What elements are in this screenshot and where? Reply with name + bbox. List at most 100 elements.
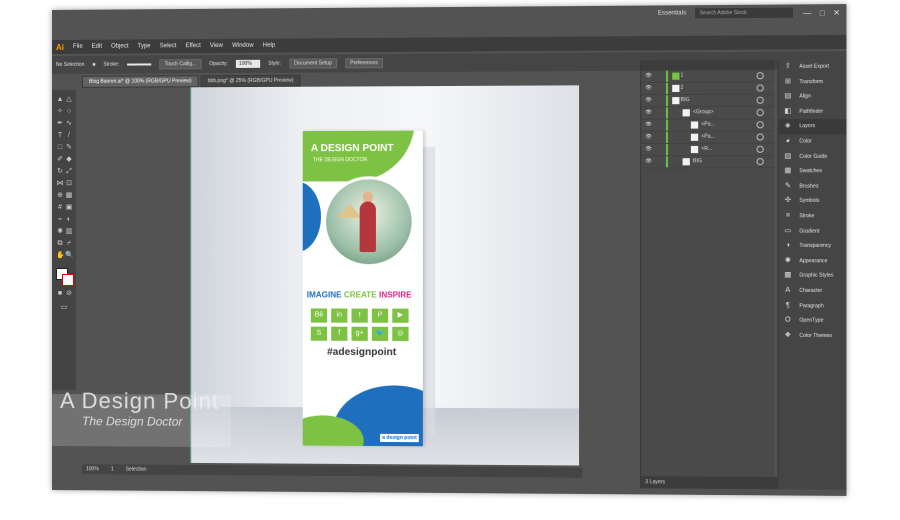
close-icon[interactable]: ✕: [833, 8, 840, 17]
panel-color[interactable]: ◕ Color: [778, 134, 846, 149]
visibility-icon[interactable]: 👁: [645, 122, 652, 128]
artboard-navigator[interactable]: 1: [111, 466, 114, 472]
magic-wand-icon[interactable]: ✧: [56, 108, 64, 116]
panel-color-themes[interactable]: ❖ Color Themes: [778, 328, 846, 343]
rectangle-tool-icon[interactable]: □: [56, 144, 64, 152]
panel-appearance[interactable]: ✺ Appearance: [778, 254, 846, 269]
visibility-icon[interactable]: 👁: [645, 85, 652, 91]
target-icon[interactable]: [756, 158, 763, 165]
curvature-tool-icon[interactable]: ∿: [65, 120, 73, 128]
tab-blog-banner[interactable]: Blog Banner.ai* @ 100% (RGB/GPU Preview): [82, 75, 199, 88]
panel-asset-export[interactable]: ⇪ Asset Export: [778, 59, 846, 74]
layer-row[interactable]: 👁 2: [641, 82, 774, 95]
panel-transform[interactable]: ⊞ Transform: [778, 74, 846, 89]
brush-dropdown[interactable]: Touch Callig...: [159, 59, 201, 69]
document-setup-button[interactable]: Document Setup: [289, 58, 337, 68]
zoom-level[interactable]: 100%: [86, 466, 99, 472]
target-icon[interactable]: [756, 146, 763, 153]
canvas-area[interactable]: A DESIGN POINT THE DESIGN DOCTOR IMAGINE…: [190, 85, 579, 465]
panel-graphic-styles[interactable]: ▩ Graphic Styles: [778, 269, 846, 284]
selection-tool-icon[interactable]: ▲: [56, 96, 64, 104]
target-icon[interactable]: [756, 72, 763, 79]
artboard-tool-icon[interactable]: ⧉: [56, 240, 64, 248]
pen-tool-icon[interactable]: ✒: [56, 120, 64, 128]
layer-row[interactable]: 👁 BIG: [641, 95, 774, 108]
menu-type[interactable]: Type: [138, 43, 151, 49]
direct-selection-tool-icon[interactable]: △: [65, 96, 73, 104]
visibility-icon[interactable]: 👁: [645, 146, 652, 152]
gradient-tool-icon[interactable]: ▣: [65, 204, 73, 212]
status-mode[interactable]: Selection: [126, 466, 147, 472]
target-icon[interactable]: [756, 97, 763, 104]
preferences-button[interactable]: Preferences: [345, 58, 383, 68]
visibility-icon[interactable]: 👁: [645, 158, 652, 164]
visibility-icon[interactable]: 👁: [645, 134, 652, 140]
graph-tool-icon[interactable]: ▥: [65, 228, 73, 236]
maximize-icon[interactable]: □: [820, 8, 825, 17]
panel-align[interactable]: ▤ Align: [778, 89, 846, 104]
slice-tool-icon[interactable]: ⌿: [65, 240, 73, 248]
visibility-icon[interactable]: 👁: [645, 73, 652, 79]
hand-tool-icon[interactable]: ✋: [56, 252, 64, 260]
stock-search-input[interactable]: Search Adobe Stock: [694, 6, 794, 19]
symbol-sprayer-icon[interactable]: ✺: [56, 228, 64, 236]
eyedropper-icon[interactable]: ⌁: [56, 216, 64, 224]
none-mode-icon[interactable]: ⊘: [65, 290, 73, 298]
line-tool-icon[interactable]: /: [65, 132, 73, 140]
minimize-icon[interactable]: —: [803, 8, 811, 17]
eraser-icon[interactable]: ◆: [65, 156, 73, 164]
layer-row[interactable]: 👁 <Pa...: [641, 131, 774, 144]
visibility-icon[interactable]: 👁: [645, 109, 652, 115]
rollup-banner[interactable]: A DESIGN POINT THE DESIGN DOCTOR IMAGINE…: [303, 131, 423, 447]
panel-pathfinder[interactable]: ◧ Pathfinder: [778, 104, 846, 119]
free-transform-icon[interactable]: ⊡: [65, 180, 73, 188]
rotate-tool-icon[interactable]: ↻: [56, 168, 64, 176]
panel-color-guide[interactable]: ▨ Color Guide: [778, 149, 846, 164]
paintbrush-icon[interactable]: ✎: [65, 144, 73, 152]
menu-help[interactable]: Help: [263, 43, 275, 49]
shape-builder-icon[interactable]: ⊕: [56, 192, 64, 200]
panel-layers[interactable]: ◈ Layers: [778, 119, 846, 134]
panel-transparency[interactable]: ◑ Transparency: [778, 239, 846, 254]
target-icon[interactable]: [756, 133, 763, 140]
panel-opentype[interactable]: O OpenType: [778, 314, 846, 329]
color-mode-icon[interactable]: ■: [56, 290, 64, 298]
tab-bbb[interactable]: bbb.png* @ 25% (RGB/GPU Preview): [201, 75, 301, 88]
menu-file[interactable]: File: [73, 44, 83, 50]
menu-effect[interactable]: Effect: [185, 43, 200, 49]
blend-tool-icon[interactable]: ◐: [65, 216, 73, 224]
zoom-tool-icon[interactable]: 🔍: [65, 252, 73, 260]
panel-swatches[interactable]: ▦ Swatches: [778, 164, 846, 179]
panel-paragraph[interactable]: ¶ Paragraph: [778, 299, 846, 314]
layer-row[interactable]: 👁 <R...: [641, 144, 774, 157]
layer-row[interactable]: 👁 <Pa...: [641, 119, 774, 132]
shaper-tool-icon[interactable]: ✐: [56, 156, 64, 164]
layers-panel-header[interactable]: [641, 60, 774, 71]
layer-row[interactable]: 👁 1: [641, 70, 774, 83]
stroke-color-icon[interactable]: [62, 274, 74, 286]
type-tool-icon[interactable]: T: [56, 132, 64, 140]
menu-window[interactable]: Window: [232, 43, 254, 49]
scale-tool-icon[interactable]: ⤢: [65, 168, 73, 176]
menu-view[interactable]: View: [210, 43, 223, 49]
layer-row[interactable]: 👁 BIG: [641, 156, 774, 169]
panel-brushes[interactable]: ✎ Brushes: [778, 179, 846, 194]
perspective-grid-icon[interactable]: ▦: [65, 192, 73, 200]
menu-object[interactable]: Object: [111, 44, 128, 50]
opacity-field[interactable]: 100%: [236, 60, 260, 68]
mesh-tool-icon[interactable]: #: [56, 204, 64, 212]
visibility-icon[interactable]: 👁: [645, 97, 652, 103]
panel-gradient[interactable]: ▭ Gradient: [778, 224, 846, 239]
panel-stroke[interactable]: ≡ Stroke: [778, 209, 846, 224]
fill-swatch[interactable]: ■: [92, 62, 95, 68]
screen-mode-icon[interactable]: ▭: [60, 304, 68, 312]
panel-character[interactable]: A Character: [778, 284, 846, 299]
target-icon[interactable]: [756, 109, 763, 116]
width-tool-icon[interactable]: ⋈: [56, 180, 64, 188]
lasso-icon[interactable]: ○: [65, 108, 73, 116]
workspace-switcher[interactable]: Essentials: [658, 10, 686, 16]
menu-edit[interactable]: Edit: [92, 44, 102, 50]
layer-row[interactable]: 👁 <Group>: [641, 107, 774, 120]
menu-select[interactable]: Select: [160, 43, 177, 49]
panel-symbols[interactable]: ✣ Symbols: [778, 194, 846, 209]
